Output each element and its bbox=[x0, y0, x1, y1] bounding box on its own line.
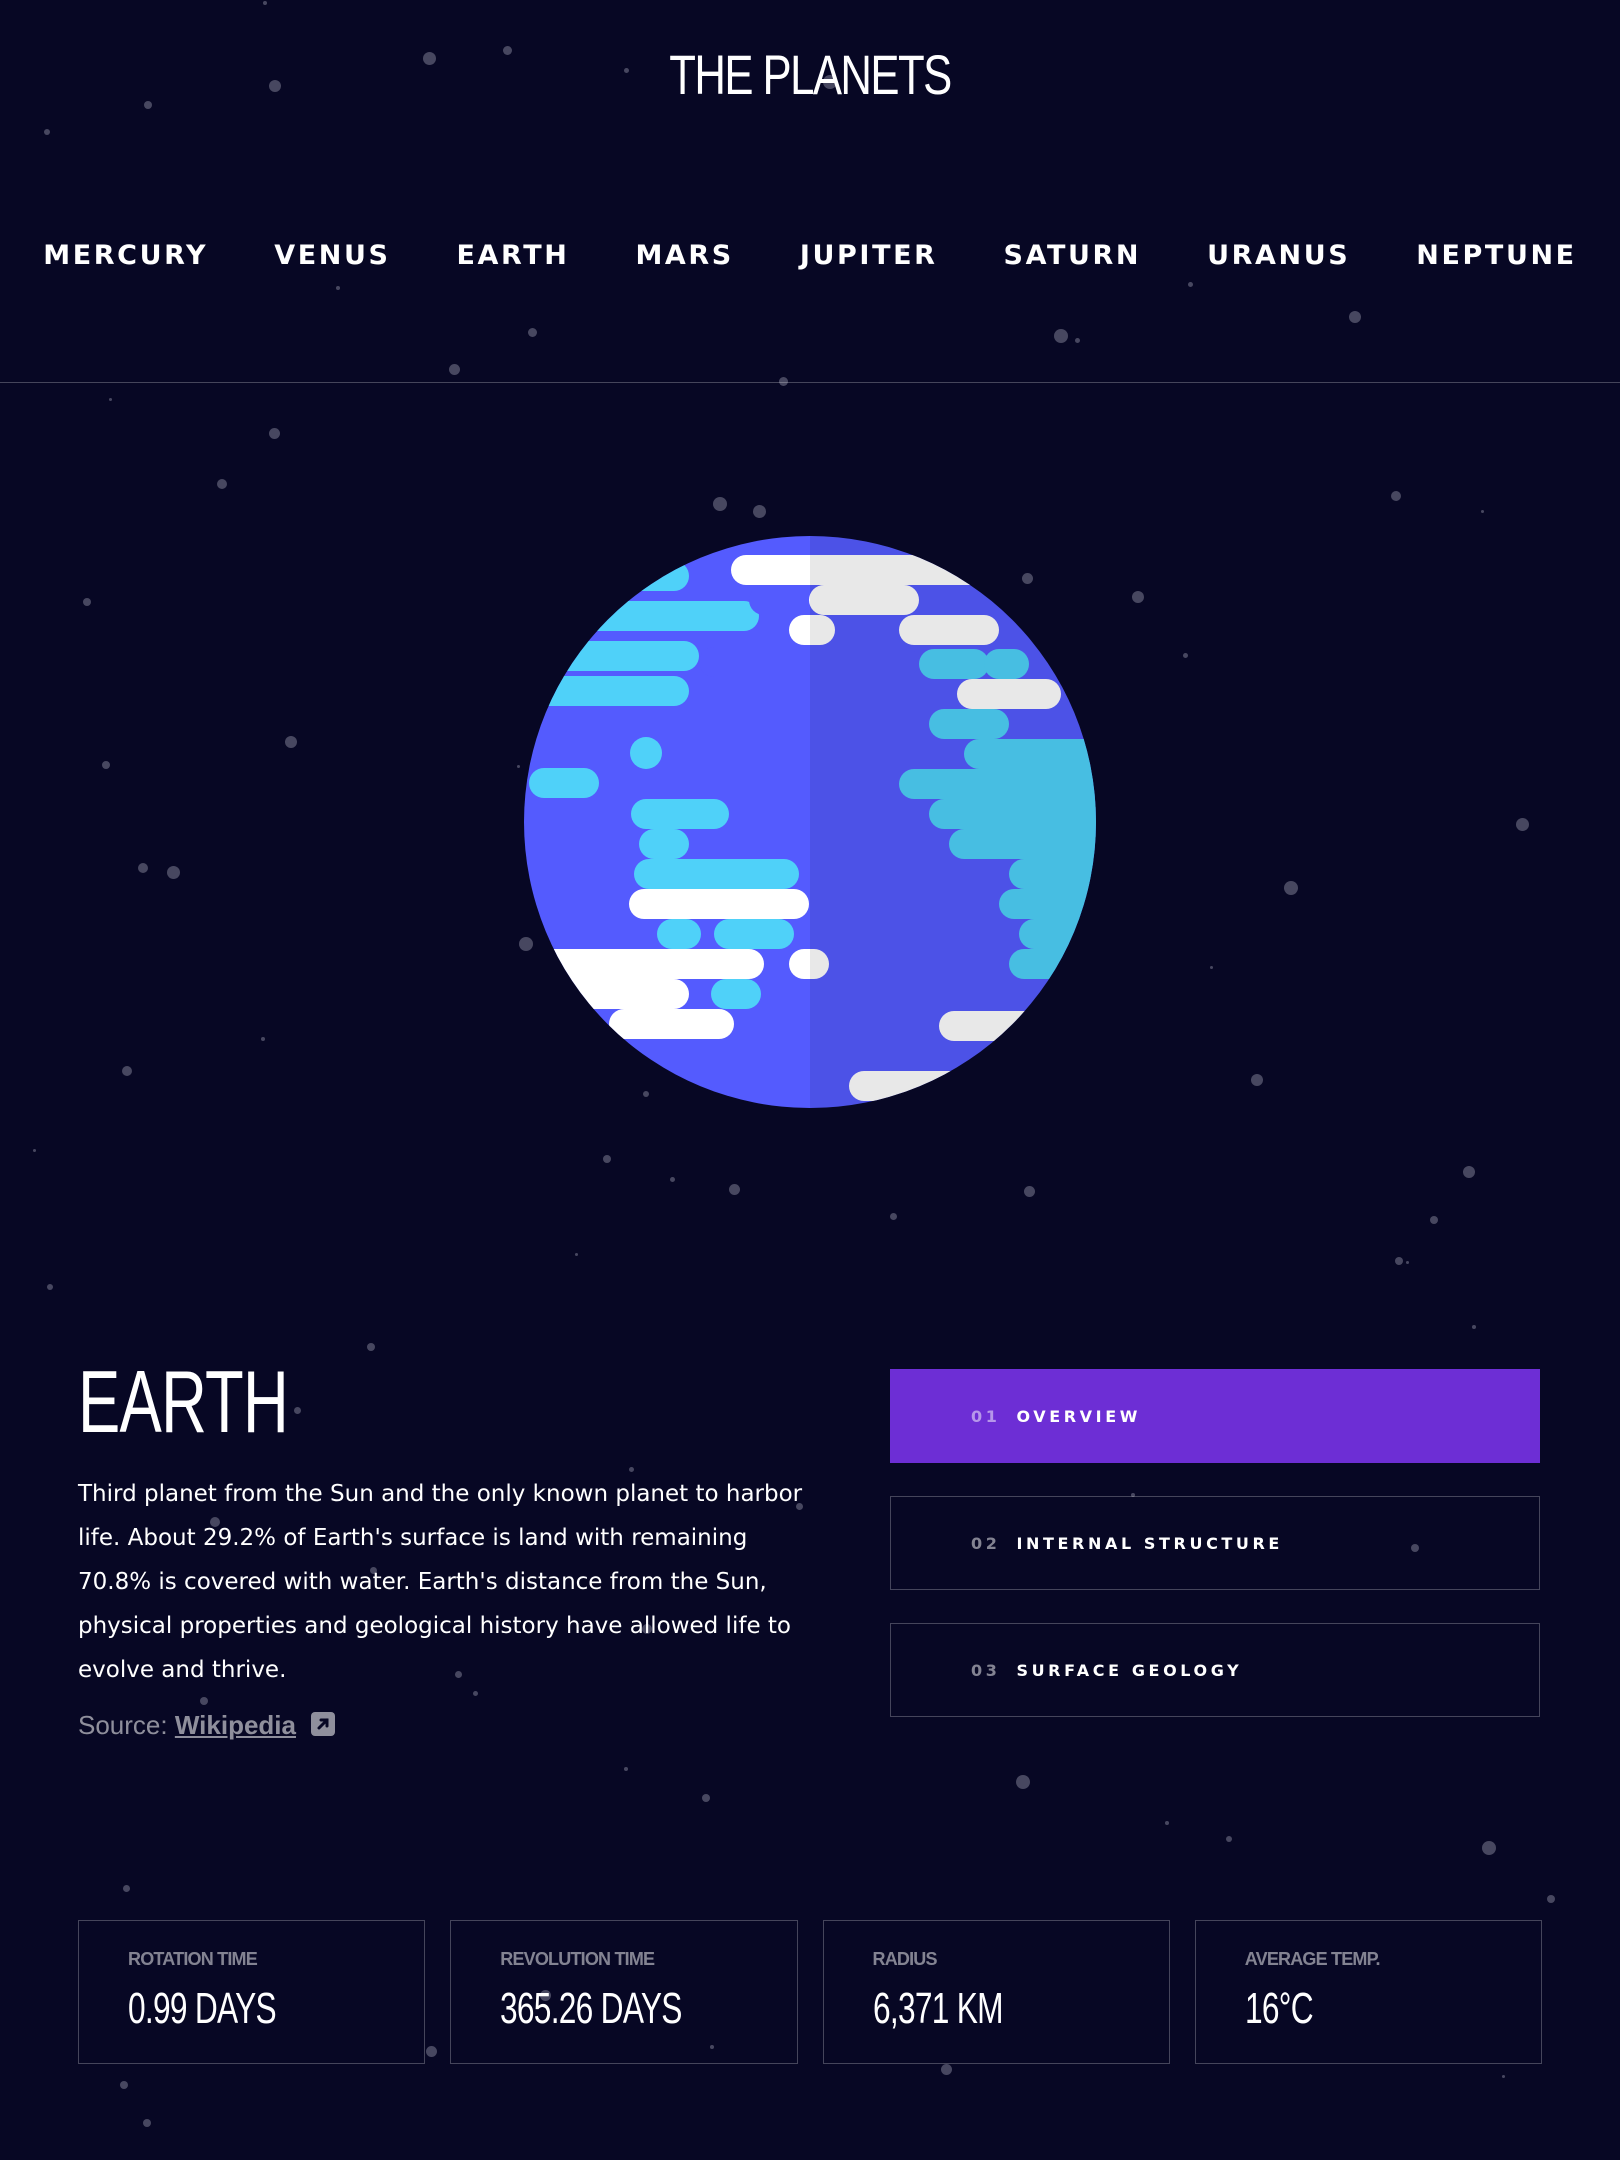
content-tabs: 01 OVERVIEW 02 INTERNAL STRUCTURE 03 SUR… bbox=[890, 1369, 1540, 1750]
star bbox=[753, 505, 766, 518]
star bbox=[670, 1177, 675, 1182]
stat-label: Radius bbox=[872, 1949, 938, 1969]
stat-label: Average Temp. bbox=[1244, 1949, 1381, 1969]
star bbox=[729, 1184, 740, 1195]
tab-number: 03 bbox=[971, 1660, 1001, 1680]
planet-description: Third planet from the Sun and the only k… bbox=[78, 1481, 803, 1683]
stat-revolution-time: Revolution Time 365.26 DAYS bbox=[450, 1920, 798, 2064]
nav-item-uranus[interactable]: URANUS bbox=[1207, 240, 1350, 271]
star bbox=[102, 761, 110, 769]
star bbox=[941, 2064, 952, 2075]
star bbox=[1226, 1836, 1232, 1842]
star bbox=[1472, 1325, 1476, 1329]
star bbox=[713, 497, 727, 511]
star bbox=[200, 1697, 208, 1705]
nav-item-saturn[interactable]: SATURN bbox=[1004, 240, 1142, 271]
stat-value: 6,371 KM bbox=[872, 1984, 1004, 2033]
tab-surface-geology[interactable]: 03 SURFACE GEOLOGY bbox=[890, 1623, 1540, 1717]
star bbox=[109, 398, 112, 401]
tab-label: OVERVIEW bbox=[1016, 1406, 1141, 1426]
star bbox=[1463, 1166, 1475, 1178]
nav-item-venus[interactable]: VENUS bbox=[274, 240, 390, 271]
tab-label: INTERNAL STRUCTURE bbox=[1016, 1533, 1283, 1553]
site-header: THE PLANETS MERCURY VENUS EARTH MARS JUP… bbox=[0, 0, 1620, 383]
tab-label: SURFACE GEOLOGY bbox=[1016, 1660, 1243, 1680]
star bbox=[1391, 491, 1401, 501]
stat-value: 0.99 DAYS bbox=[128, 1984, 277, 2033]
stat-value: 16°C bbox=[1244, 1984, 1314, 2033]
nav-item-mercury[interactable]: MERCURY bbox=[43, 240, 208, 271]
star bbox=[1395, 1257, 1403, 1265]
source-link[interactable]: Wikipedia bbox=[175, 1710, 296, 1740]
tab-number: 02 bbox=[971, 1533, 1001, 1553]
star bbox=[603, 1155, 611, 1163]
star bbox=[702, 1794, 710, 1802]
star bbox=[1132, 591, 1144, 603]
site-logo[interactable]: THE PLANETS bbox=[178, 40, 1442, 110]
tab-internal-structure[interactable]: 02 INTERNAL STRUCTURE bbox=[890, 1496, 1540, 1590]
star bbox=[1516, 818, 1529, 831]
earth-globe-icon bbox=[524, 536, 1096, 1108]
star bbox=[1430, 1216, 1438, 1224]
star bbox=[517, 765, 520, 768]
nav-item-jupiter[interactable]: JUPITER bbox=[800, 240, 938, 271]
stat-radius: Radius 6,371 KM bbox=[822, 1920, 1170, 2064]
source-label: Source: bbox=[78, 1710, 168, 1740]
source-line: Source: Wikipedia bbox=[78, 1710, 336, 1743]
star bbox=[217, 479, 227, 489]
star bbox=[1406, 1261, 1409, 1264]
nav-item-earth[interactable]: EARTH bbox=[457, 240, 570, 271]
nav-item-mars[interactable]: MARS bbox=[635, 240, 733, 271]
star bbox=[47, 1284, 53, 1290]
star bbox=[1165, 1821, 1169, 1825]
star bbox=[123, 1885, 130, 1892]
star bbox=[1284, 881, 1298, 895]
star bbox=[167, 866, 180, 879]
star bbox=[122, 1066, 132, 1076]
tab-number: 01 bbox=[971, 1406, 1001, 1426]
tab-overview[interactable]: 01 OVERVIEW bbox=[890, 1369, 1540, 1463]
star bbox=[1024, 1186, 1035, 1197]
planet-name: EARTH bbox=[78, 1352, 289, 1451]
star bbox=[120, 2081, 128, 2089]
star bbox=[261, 1037, 265, 1041]
star bbox=[1482, 1841, 1496, 1855]
star bbox=[1210, 966, 1213, 969]
star bbox=[83, 598, 91, 606]
star bbox=[33, 1149, 36, 1152]
star bbox=[1251, 1074, 1263, 1086]
star bbox=[294, 1407, 301, 1414]
star bbox=[1547, 1895, 1555, 1903]
star bbox=[1016, 1775, 1030, 1789]
stat-label: Rotation Time bbox=[128, 1949, 258, 1969]
star bbox=[575, 1253, 578, 1256]
stat-rotation-time: Rotation Time 0.99 DAYS bbox=[78, 1920, 426, 2064]
star bbox=[1481, 510, 1484, 513]
nav-item-neptune[interactable]: NEPTUNE bbox=[1416, 240, 1576, 271]
star bbox=[1502, 2075, 1505, 2078]
star bbox=[138, 863, 148, 873]
stat-label: Revolution Time bbox=[500, 1949, 655, 1969]
star bbox=[890, 1213, 897, 1220]
stat-average-temp: Average Temp. 16°C bbox=[1194, 1920, 1542, 2064]
external-link-icon[interactable] bbox=[311, 1711, 336, 1743]
star bbox=[367, 1343, 375, 1351]
star bbox=[143, 2119, 151, 2127]
star bbox=[1183, 653, 1188, 658]
stat-value: 365.26 DAYS bbox=[500, 1984, 682, 2033]
star bbox=[269, 428, 280, 439]
planet-nav: MERCURY VENUS EARTH MARS JUPITER SATURN … bbox=[0, 240, 1620, 271]
star bbox=[624, 1767, 628, 1771]
planet-stats: Rotation Time 0.99 DAYS Revolution Time … bbox=[78, 1920, 1542, 2064]
star bbox=[285, 736, 297, 748]
